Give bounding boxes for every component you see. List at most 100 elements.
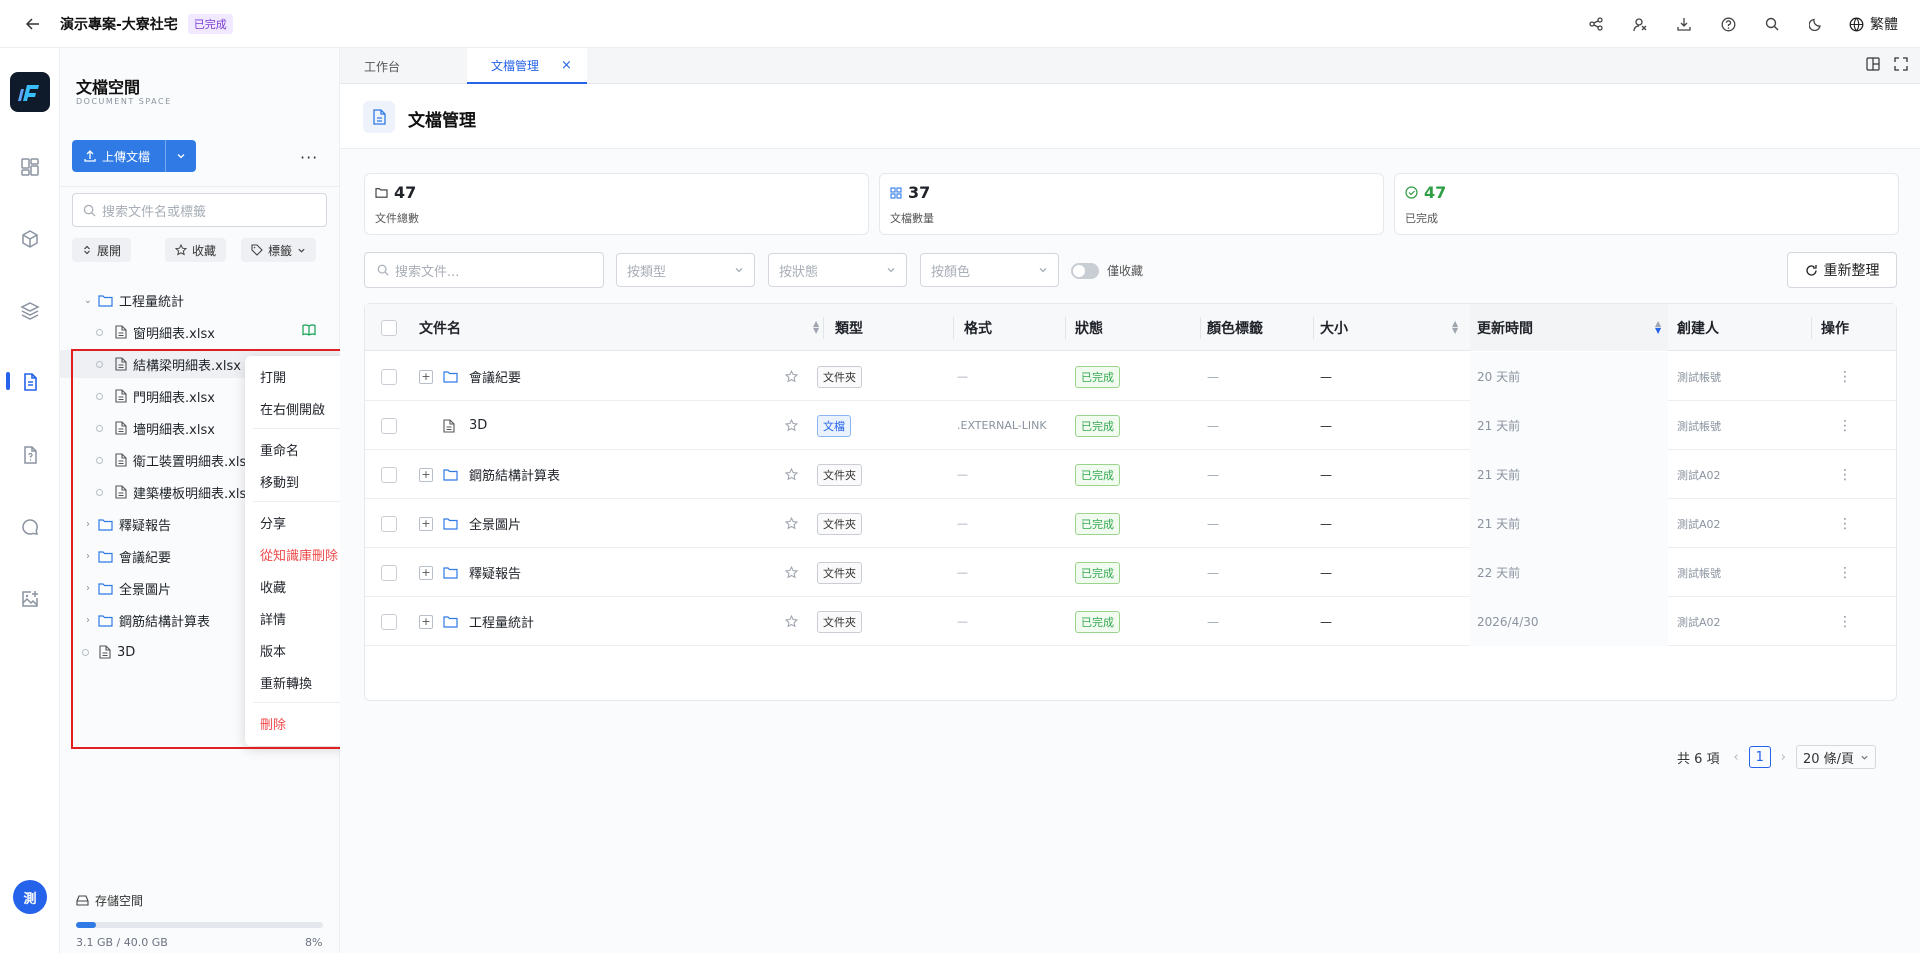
row-checkbox[interactable] xyxy=(381,597,397,646)
favorite-star-icon[interactable] xyxy=(785,450,798,499)
favorites-button[interactable]: 收藏 xyxy=(165,238,227,262)
search-icon[interactable] xyxy=(1761,13,1783,35)
favorite-star-icon[interactable] xyxy=(785,548,798,597)
table-row[interactable]: + 鋼筋結構計算表 文件夾 — 已完成 — — 21 天前 測試A02 ⋮ xyxy=(365,450,1896,499)
folder-icon xyxy=(443,548,458,597)
expand-row-button[interactable]: + xyxy=(419,597,433,646)
row-color-tag: — xyxy=(1207,369,1219,384)
tree-folder[interactable]: ⌄ 工程量統計 xyxy=(60,286,340,314)
row-actions-icon[interactable]: ⋮ xyxy=(1838,352,1852,401)
document-icon[interactable] xyxy=(18,370,42,394)
sort-icon[interactable]: ▲ ▼ xyxy=(1452,320,1458,335)
row-name[interactable]: 釋疑報告 xyxy=(469,548,521,597)
chevron-right-icon[interactable]: › xyxy=(82,615,94,626)
split-view-icon[interactable] xyxy=(1866,57,1880,75)
page-size-select[interactable]: 20 條/頁 xyxy=(1795,745,1877,769)
more-options-icon[interactable]: ··· xyxy=(300,148,318,167)
expand-row-button[interactable]: + xyxy=(419,450,433,499)
row-name[interactable]: 3D xyxy=(469,401,487,450)
header-type[interactable]: 類型 xyxy=(815,304,863,351)
table-row[interactable]: + 釋疑報告 文件夾 — 已完成 — — 22 天前 測試帳號 ⋮ xyxy=(365,548,1896,597)
header-status[interactable]: 狀態 xyxy=(1067,304,1103,351)
tags-button[interactable]: 標籤 xyxy=(241,238,317,262)
tree-label: 鋼筋結構計算表 xyxy=(119,614,211,630)
upload-dropdown-button[interactable] xyxy=(165,140,195,172)
row-checkbox[interactable] xyxy=(381,499,397,548)
download-icon[interactable] xyxy=(1673,13,1695,35)
dashboard-icon[interactable] xyxy=(18,155,42,179)
expand-row-button[interactable]: + xyxy=(419,499,433,548)
type-filter-label: 按類型 xyxy=(627,264,667,280)
expand-row-button[interactable]: + xyxy=(419,352,433,401)
row-name[interactable]: 工程量統計 xyxy=(469,597,534,646)
toggle-switch[interactable] xyxy=(1071,262,1099,279)
row-actions-icon[interactable]: ⋮ xyxy=(1838,450,1852,499)
sidebar-search-input[interactable]: 搜索文件名或標籤 xyxy=(72,193,327,227)
chevron-left-icon[interactable]: ‹ xyxy=(1734,750,1739,765)
cube-icon[interactable] xyxy=(18,227,42,251)
refresh-button[interactable]: 重新整理 xyxy=(1787,252,1897,288)
status-filter-select[interactable]: 按狀態 xyxy=(768,253,907,287)
table-row[interactable]: + 會議紀要 文件夾 — 已完成 — — 20 天前 測試帳號 ⋮ xyxy=(365,352,1896,401)
chat-icon[interactable] xyxy=(18,515,42,539)
tab-workbench[interactable]: 工作台 xyxy=(340,48,467,84)
favorites-only-toggle[interactable]: 僅收藏 xyxy=(1071,262,1143,279)
chevron-right-icon[interactable]: › xyxy=(82,551,94,562)
chevron-right-icon[interactable]: › xyxy=(82,583,94,594)
header-color-tag[interactable]: 顏色標籤 xyxy=(1201,304,1263,351)
file-search-input[interactable]: 搜索文件... xyxy=(364,252,604,288)
header-updated[interactable]: 更新時間 xyxy=(1470,304,1668,351)
table-row[interactable]: 3D 文檔 .EXTERNAL-LINK 已完成 — — 21 天前 測試帳號 ⋮ xyxy=(365,401,1896,450)
row-checkbox[interactable] xyxy=(381,352,397,401)
help-icon[interactable] xyxy=(1717,13,1739,35)
color-filter-select[interactable]: 按顏色 xyxy=(920,253,1059,287)
header-format[interactable]: 格式 xyxy=(957,304,992,351)
expand-button[interactable]: 展開 xyxy=(72,238,132,262)
chevron-right-icon[interactable]: › xyxy=(82,519,94,530)
row-checkbox[interactable] xyxy=(381,548,397,597)
page-1-button[interactable]: 1 xyxy=(1748,746,1771,768)
row-format: — xyxy=(957,468,968,481)
sort-desc-icon[interactable]: ▲ ▼ xyxy=(1655,320,1661,335)
language-switch[interactable]: 繁體 xyxy=(1849,14,1898,34)
layers-icon[interactable] xyxy=(18,299,42,323)
table-row[interactable]: + 工程量統計 文件夾 — 已完成 — — 2026/4/30 測試A02 ⋮ xyxy=(365,597,1896,646)
back-arrow-icon[interactable] xyxy=(22,13,44,35)
favorite-star-icon[interactable] xyxy=(785,401,798,450)
upload-button[interactable]: 上傳文檔 xyxy=(72,140,165,172)
table-row[interactable]: + 全景圖片 文件夾 — 已完成 — — 21 天前 測試A02 ⋮ xyxy=(365,499,1896,548)
members-icon[interactable] xyxy=(1629,13,1651,35)
favorite-star-icon[interactable] xyxy=(785,499,798,548)
type-filter-select[interactable]: 按類型 xyxy=(616,253,755,287)
header-creator[interactable]: 創建人 xyxy=(1669,304,1719,351)
fullscreen-icon[interactable] xyxy=(1894,57,1908,75)
select-all-checkbox[interactable] xyxy=(381,304,397,351)
header-name[interactable]: 文件名 xyxy=(419,304,461,351)
row-actions-icon[interactable]: ⋮ xyxy=(1838,548,1852,597)
row-name[interactable]: 鋼筋結構計算表 xyxy=(469,450,560,499)
file-icon xyxy=(115,485,127,499)
favorite-star-icon[interactable] xyxy=(785,597,798,646)
tree-file[interactable]: 窗明細表.xlsx xyxy=(60,318,340,346)
row-checkbox[interactable] xyxy=(381,401,397,450)
row-checkbox[interactable] xyxy=(381,450,397,499)
user-avatar[interactable]: 測 xyxy=(13,880,47,914)
row-actions-icon[interactable]: ⋮ xyxy=(1838,401,1852,450)
document-question-icon[interactable] xyxy=(18,443,42,467)
row-name[interactable]: 全景圖片 xyxy=(469,499,521,548)
tab-document-management[interactable]: 文檔管理 × xyxy=(467,48,587,84)
row-name[interactable]: 會議紀要 xyxy=(469,352,521,401)
chevron-right-icon[interactable]: › xyxy=(1781,750,1786,765)
share-icon[interactable] xyxy=(1585,13,1607,35)
expand-row-button[interactable]: + xyxy=(419,548,433,597)
row-actions-icon[interactable]: ⋮ xyxy=(1838,499,1852,548)
header-size[interactable]: 大小 xyxy=(1315,304,1348,351)
moon-icon[interactable] xyxy=(1805,13,1827,35)
favorite-star-icon[interactable] xyxy=(785,352,798,401)
chevron-down-icon[interactable]: ⌄ xyxy=(82,295,94,306)
app-logo[interactable] xyxy=(10,72,50,112)
folder-icon xyxy=(98,614,113,627)
row-actions-icon[interactable]: ⋮ xyxy=(1838,597,1852,646)
image-add-icon[interactable] xyxy=(18,587,42,611)
close-icon[interactable]: × xyxy=(561,58,572,73)
